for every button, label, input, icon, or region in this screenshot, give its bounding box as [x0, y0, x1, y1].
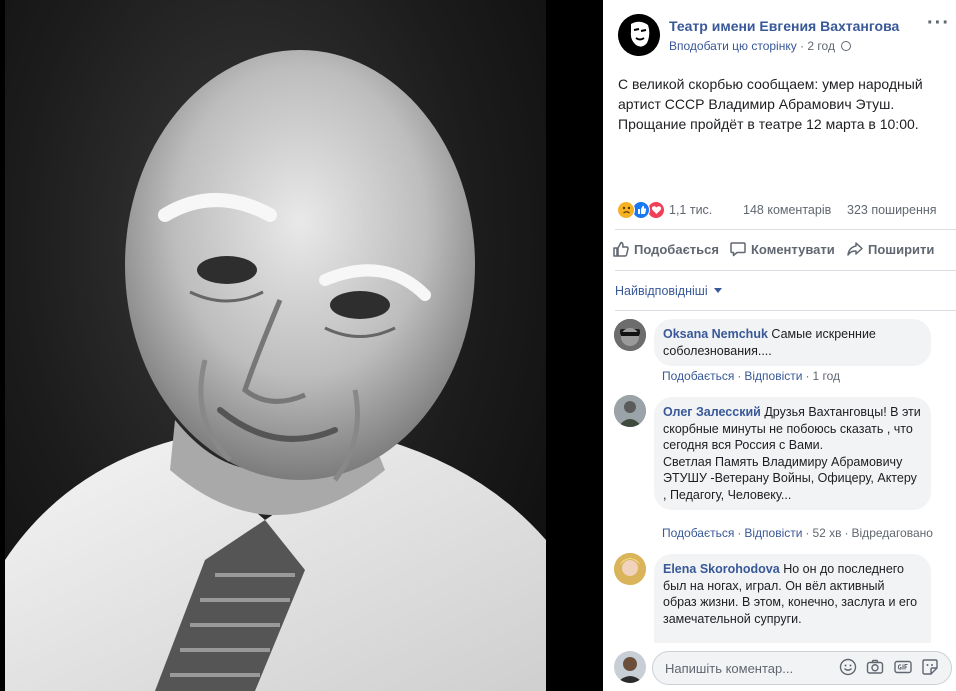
- user-photo-icon: [614, 319, 646, 351]
- share-arrow-icon: [847, 242, 863, 256]
- comment-label: Коментувати: [751, 242, 835, 257]
- comment-reply-link[interactable]: Відповісти: [744, 369, 802, 383]
- share-count-link[interactable]: 323 поширення: [847, 203, 937, 217]
- comment-time[interactable]: 1 год: [812, 369, 840, 383]
- comment-time[interactable]: 52 хв: [812, 526, 841, 540]
- post-meta: Вподобати цю сторінку · 2 год: [669, 39, 852, 53]
- photo-viewer: [0, 0, 603, 691]
- comment-author-link[interactable]: Elena Skorohodova: [663, 562, 780, 576]
- divider: [615, 270, 956, 271]
- user-photo-icon: [614, 553, 646, 585]
- meta-separator: ·: [800, 39, 805, 53]
- public-globe-icon: [841, 41, 852, 51]
- sticker-icon[interactable]: [921, 658, 939, 676]
- comment-actions: Подобається · Відповісти · 52 хв · Відредагова…: [662, 526, 933, 540]
- comment-bubble: Oksana Nemchuk Самые искренние соболезно…: [654, 319, 931, 366]
- commenter-avatar[interactable]: [614, 395, 646, 427]
- theatre-logo-icon: [618, 14, 660, 56]
- divider: [615, 310, 956, 311]
- reactions-summary: 1,1 тис. 148 коментарів 323 поширення: [617, 201, 953, 221]
- post-photo[interactable]: [5, 0, 546, 691]
- like-button[interactable]: Подобається: [612, 240, 719, 262]
- page-name-link[interactable]: Театр имени Евгения Вахтангова: [669, 18, 899, 34]
- post-options-button[interactable]: ···: [927, 12, 950, 35]
- post-text: С великой скорбью сообщаем: умер народны…: [618, 76, 923, 132]
- comment-bubble: Олег Залесский Друзья Вахтанговцы! В эти…: [654, 397, 931, 510]
- user-photo-icon: [614, 395, 646, 427]
- page-avatar[interactable]: [618, 14, 660, 56]
- caret-down-icon: [714, 288, 723, 293]
- user-photo-icon: [614, 651, 646, 683]
- comment-button[interactable]: Коментувати: [729, 240, 835, 262]
- comment-like-link[interactable]: Подобається: [662, 526, 734, 540]
- post-side-panel: Театр имени Евгения Вахтангова Вподобати…: [603, 0, 956, 691]
- comments-sort-dropdown[interactable]: Найвідповідніші: [615, 284, 723, 298]
- comment-count-link[interactable]: 148 коментарів: [743, 203, 831, 217]
- share-label: Поширити: [868, 242, 935, 257]
- sad-reaction-icon[interactable]: [617, 201, 635, 219]
- like-label: Подобається: [634, 242, 719, 257]
- emoji-icon[interactable]: [839, 658, 857, 676]
- comment-composer: Напишіть коментар...: [603, 643, 956, 691]
- post-time-link[interactable]: 2 год: [807, 39, 835, 53]
- sort-label: Найвідповідніші: [615, 284, 708, 298]
- share-button[interactable]: Поширити: [846, 240, 934, 262]
- comment-author-link[interactable]: Олег Залесский: [663, 405, 761, 419]
- edited-label[interactable]: Відредаговано: [852, 526, 933, 540]
- camera-icon[interactable]: [866, 658, 884, 676]
- comment-like-link[interactable]: Подобається: [662, 369, 734, 383]
- divider: [615, 229, 956, 230]
- comment-bubble: Elena Skorohodova Но он до последнего бы…: [654, 554, 931, 643]
- comment-author-link[interactable]: Oksana Nemchuk: [663, 327, 768, 341]
- comment-bubble-icon: [730, 242, 746, 257]
- follow-page-link[interactable]: Вподобати цю сторінку: [669, 39, 797, 53]
- gif-icon[interactable]: [894, 658, 912, 676]
- reaction-count[interactable]: 1,1 тис.: [669, 203, 712, 217]
- portrait-photo-image: [5, 50, 546, 691]
- comment-actions: Подобається · Відповісти · 1 год: [662, 369, 840, 383]
- commenter-avatar[interactable]: [614, 553, 646, 585]
- comment-reply-link[interactable]: Відповісти: [744, 526, 802, 540]
- current-user-avatar[interactable]: [614, 651, 646, 683]
- comment-text: Друзья Вахтанговцы! В эти скорбные минут…: [663, 405, 921, 502]
- thumbs-up-icon: [613, 241, 629, 257]
- commenter-avatar[interactable]: [614, 319, 646, 351]
